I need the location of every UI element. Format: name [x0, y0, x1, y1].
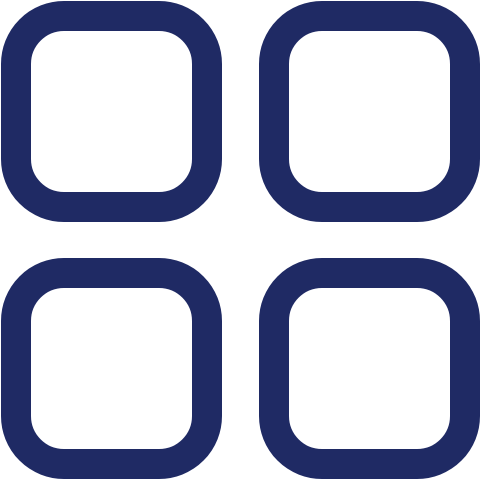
grid-tile-top-right [259, 1, 480, 222]
grid-tile-bottom-right [259, 258, 480, 479]
grid-icon[interactable] [0, 0, 481, 480]
app-grid-icon-canvas [0, 0, 481, 480]
grid-tile-top-left [1, 1, 222, 222]
grid-tile-bottom-left [1, 258, 222, 479]
